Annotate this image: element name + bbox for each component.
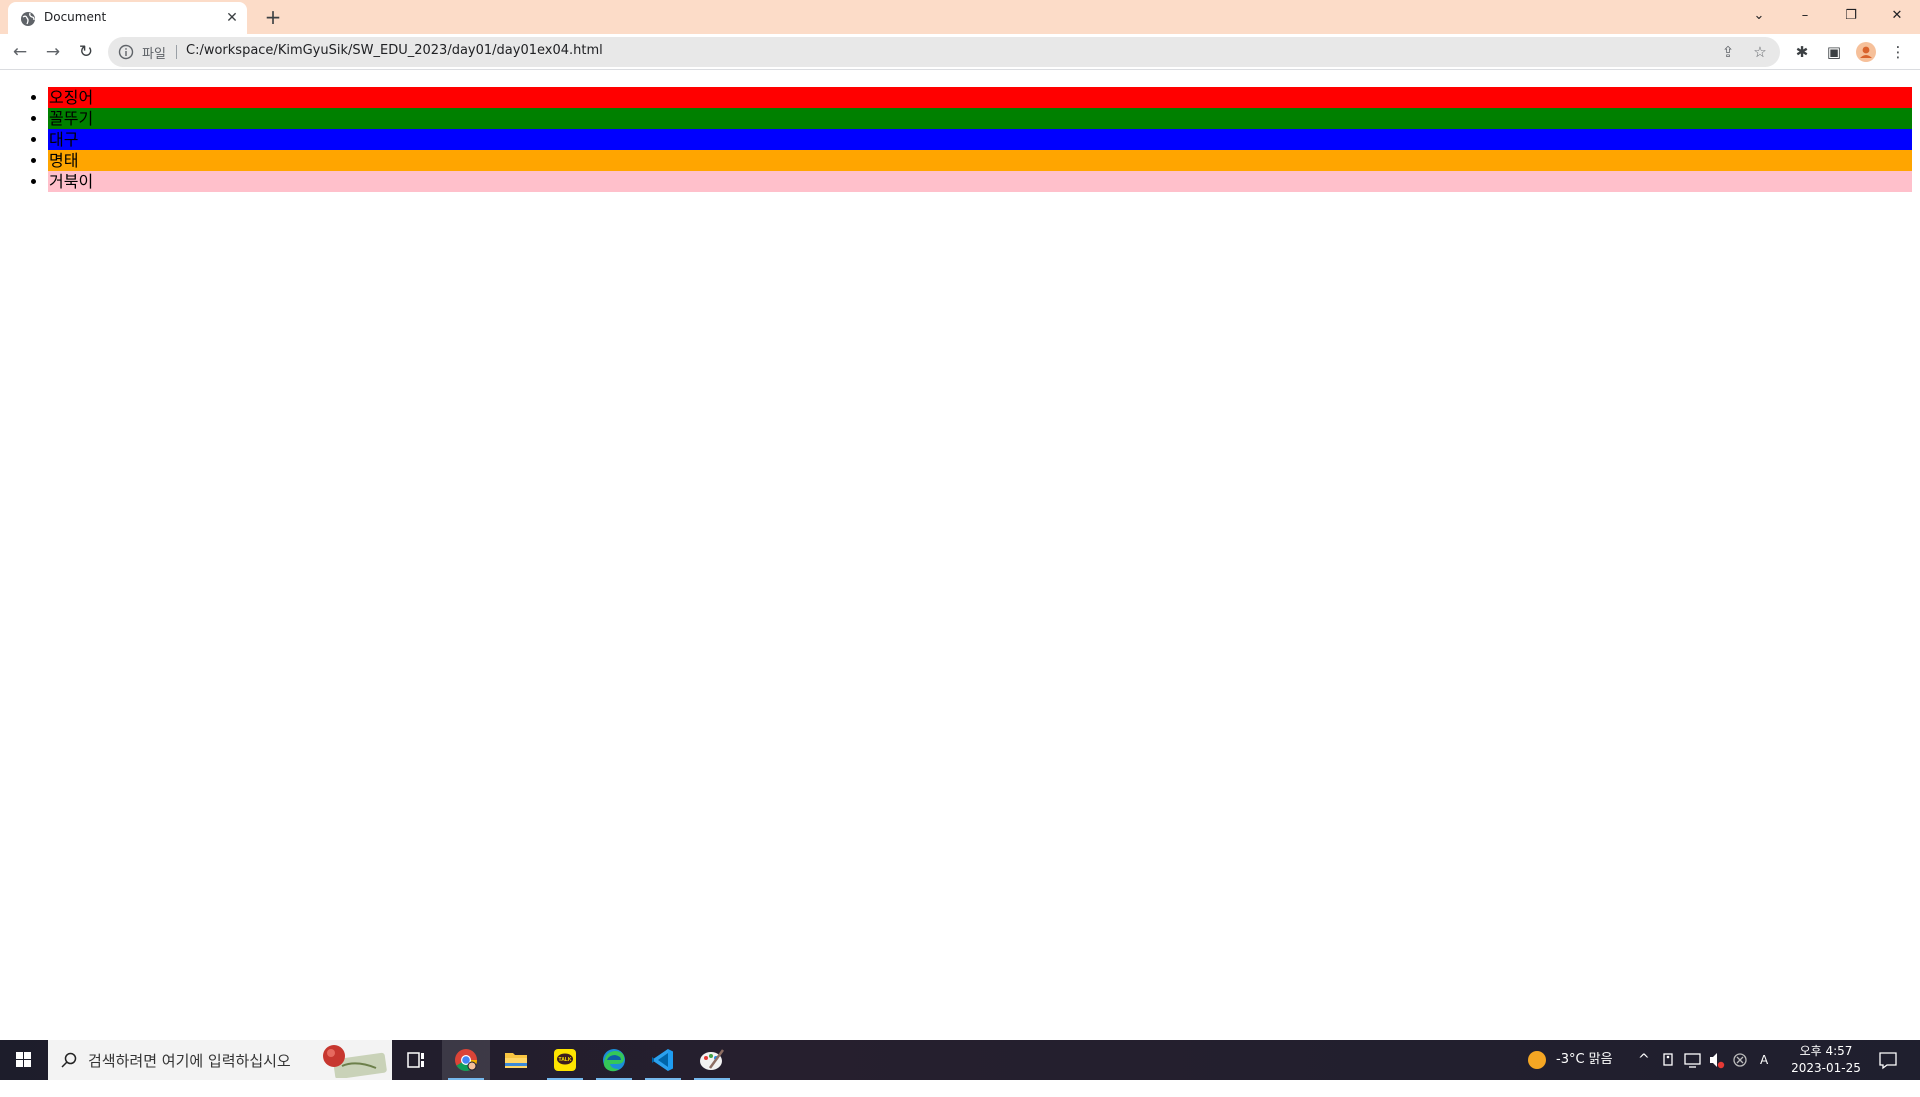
restore-icon[interactable]: ❐: [1830, 2, 1872, 30]
close-icon[interactable]: ✕: [224, 10, 240, 26]
star-icon[interactable]: ☆: [1750, 42, 1770, 62]
chevron-up-icon[interactable]: ^: [1638, 1040, 1650, 1080]
list-item: 거북이: [48, 171, 1912, 192]
clock-date: 2023-01-25: [1791, 1061, 1861, 1075]
taskbar-clock[interactable]: 오후 4:57 2023-01-25: [1786, 1043, 1866, 1077]
search-input[interactable]: 검색하려면 여기에 입력하십시오: [88, 1050, 291, 1071]
file-explorer-icon[interactable]: [492, 1040, 540, 1080]
kakaotalk-icon[interactable]: TALK: [541, 1040, 589, 1080]
search-highlight-icon: [323, 1045, 387, 1078]
windows-start-icon[interactable]: [0, 1040, 48, 1080]
status-x-icon[interactable]: [1732, 1040, 1748, 1080]
network-icon[interactable]: [1684, 1040, 1702, 1080]
list-item-label: 오징어: [49, 88, 94, 107]
close-icon[interactable]: ✕: [1876, 2, 1918, 30]
tab-title: Document: [44, 10, 107, 24]
search-icon: [61, 1052, 77, 1068]
list-item: 대구: [48, 129, 1912, 150]
volume-muted-icon[interactable]: [1708, 1040, 1726, 1080]
clock-time: 오후 4:57: [1799, 1044, 1853, 1058]
kakaotalk-label: TALK: [559, 1057, 572, 1063]
puzzle-icon[interactable]: ✱: [1792, 42, 1812, 62]
chrome-icon[interactable]: [442, 1040, 490, 1080]
task-view-icon[interactable]: [392, 1040, 440, 1080]
back-arrow-icon[interactable]: ←: [8, 40, 32, 64]
list-item-label: 거북이: [49, 172, 94, 191]
share-icon[interactable]: ⇪: [1718, 42, 1738, 62]
paint-icon[interactable]: [688, 1040, 736, 1080]
list-item-label: 꼴뚜기: [49, 109, 94, 128]
list-item: 명태: [48, 150, 1912, 171]
edge-icon[interactable]: [590, 1040, 638, 1080]
list-item: 오징어: [48, 87, 1912, 108]
weather-icon[interactable]: [1526, 1040, 1548, 1080]
url-text[interactable]: C:/workspace/KimGyuSik/SW_EDU_2023/day01…: [186, 43, 603, 58]
meet-now-icon[interactable]: [1662, 1040, 1676, 1080]
list-item-label: 명태: [49, 151, 79, 170]
weather-text[interactable]: -3°C 맑음: [1556, 1040, 1613, 1080]
globe-icon: [21, 12, 35, 26]
list-item-label: 대구: [49, 130, 79, 149]
info-icon[interactable]: [118, 44, 134, 60]
kebab-menu-icon[interactable]: ⋮: [1888, 42, 1908, 62]
item-list: 오징어 꼴뚜기 대구 명태 거북이: [48, 87, 1912, 192]
browser-toolbar: ← → ↻ 파일 C:/workspace/KimGyuSik/SW_EDU_2…: [0, 34, 1920, 70]
vscode-icon[interactable]: [639, 1040, 687, 1080]
chevron-down-icon[interactable]: ⌄: [1738, 2, 1780, 30]
side-panel-icon[interactable]: ▣: [1824, 42, 1844, 62]
ime-indicator[interactable]: A: [1760, 1040, 1768, 1080]
address-chip: 파일: [142, 47, 166, 62]
notification-icon[interactable]: [1878, 1040, 1898, 1080]
taskbar-search[interactable]: 검색하려면 여기에 입력하십시오: [48, 1040, 392, 1080]
reload-icon[interactable]: ↻: [74, 40, 98, 64]
forward-arrow-icon[interactable]: →: [41, 40, 65, 64]
plus-icon[interactable]: +: [262, 6, 284, 28]
browser-tab[interactable]: Document ✕: [8, 2, 247, 34]
avatar-icon[interactable]: [1856, 42, 1876, 62]
browser-titlebar: Document ✕ + ⌄ – ❐ ✕: [0, 0, 1920, 34]
page-content: 오징어 꼴뚜기 대구 명태 거북이: [0, 71, 1920, 1040]
divider: [176, 45, 177, 59]
minimize-icon[interactable]: –: [1784, 2, 1826, 30]
list-item: 꼴뚜기: [48, 108, 1912, 129]
windows-taskbar: 검색하려면 여기에 입력하십시오 TALK -3°C 맑음 ^ A 오후 4:5…: [0, 1040, 1920, 1080]
address-bar[interactable]: 파일 C:/workspace/KimGyuSik/SW_EDU_2023/da…: [108, 37, 1780, 67]
